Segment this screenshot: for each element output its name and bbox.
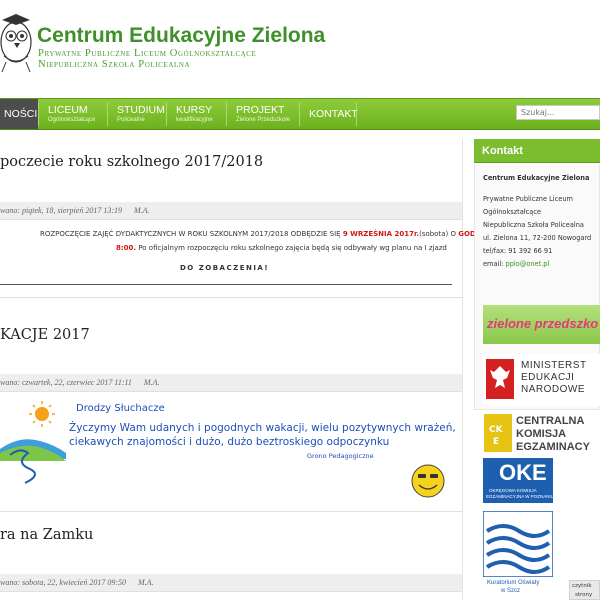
vacation-card-image: Drodzy Słuchacze Życzymy Wam udanych i p… xyxy=(0,397,456,499)
nav-item-kontakt[interactable]: KONTAKT xyxy=(300,99,358,129)
post-text-line1: ROZPOCZĘCIE ZAJĘĆ DYDAKTYCZNYCH W ROKU S… xyxy=(40,230,484,238)
kontakt-email-row: email: pplo@onet.pl xyxy=(483,260,550,268)
section-divider xyxy=(0,511,462,512)
site-subtitle-szkola: Niepubliczna Szkoła Policealna xyxy=(38,59,191,70)
nav-item-label: KONTAKT xyxy=(309,108,358,120)
nav-item-projekt[interactable]: PROJEKT Zielone Przedszkole xyxy=(227,99,299,129)
post-meta: wano: sobota, 22, kwiecień 2017 09:50 M.A… xyxy=(0,574,462,592)
card-signature: Grono Pedagogiczne xyxy=(307,452,374,460)
nav-separator xyxy=(356,102,357,126)
site-title[interactable]: Centrum Edukacyjne Zielona xyxy=(37,24,325,48)
main-navigation: NOŚCI LICEUM Ogólnokształcące STUDIUM Po… xyxy=(0,98,600,130)
post-author: M.A. xyxy=(143,378,160,387)
kontakt-line: Ogólnokształcące xyxy=(483,208,542,216)
card-greeting: Drodzy Słuchacze xyxy=(76,403,165,414)
kontakt-line: Niepubliczna Szkoła Policealna xyxy=(483,221,584,229)
nav-item-label: STUDIUM xyxy=(117,104,165,116)
site-header: Centrum Edukacyjne Zielona Prywatne Publ… xyxy=(0,0,600,98)
page-reader-widget[interactable]: czytnik strony xyxy=(569,580,600,600)
eagle-emblem-icon xyxy=(486,359,514,399)
smiley-icon xyxy=(411,464,445,498)
card-illustration xyxy=(0,401,445,498)
post-title[interactable]: ra na Zamku xyxy=(0,527,93,543)
banner-cke[interactable]: CK E CENTRALNA KOMISJA EGZAMINACY xyxy=(483,412,600,456)
svg-text:CK: CK xyxy=(489,425,504,435)
kontakt-heading: Kontakt xyxy=(474,139,600,163)
nav-item-sublabel: Ogólnokształcące xyxy=(48,117,96,123)
post-closing: DO ZOBACZENIA! xyxy=(180,264,270,272)
banner-oke-poznan[interactable]: OKE OKRĘGOWA KOMISJA EGZAMINACYJNA W POZ… xyxy=(483,458,600,503)
post-date: wano: czwartek, 22, czerwiec 2017 11:11 xyxy=(0,378,132,387)
svg-text:E: E xyxy=(493,437,499,447)
section-divider xyxy=(0,297,462,298)
post-meta: wano: piątek, 18, sierpień 2017 13:19 M.A… xyxy=(0,202,462,220)
post-title[interactable]: KACJE 2017 xyxy=(0,327,90,343)
nav-item-label: PROJEKT xyxy=(236,104,285,116)
kontakt-line: ul. Zielona 11, 72-200 Nowogard xyxy=(483,234,592,242)
sun-icon xyxy=(29,401,55,427)
sidebar: Kontakt Centrum Edukacyjne Zielona Prywa… xyxy=(474,139,600,600)
kontakt-org-name: Centrum Edukacyjne Zielona xyxy=(483,174,590,182)
kontakt-line: tel/fax: 91 392 66 91 xyxy=(483,247,553,255)
nav-item-kursy[interactable]: KURSY kwalifikacyjne xyxy=(167,99,226,129)
nav-item-studium[interactable]: STUDIUM Policealne xyxy=(108,99,166,129)
reader-label: strony xyxy=(575,592,593,598)
banner-ministerstwo[interactable]: MINISTERST EDUKACJI NARODOWE xyxy=(483,354,600,406)
logo-owl-icon[interactable] xyxy=(0,6,34,78)
post-meta: wano: czwartek, 22, czerwiec 2017 11:11 M… xyxy=(0,374,462,392)
cke-logo-icon: CK E xyxy=(484,414,512,452)
main-content: poczecie roku szkolnego 2017/2018 wano: … xyxy=(0,139,483,600)
kuratorium-waves-icon xyxy=(483,511,553,577)
card-text-line2: ciekawych znajomości i dużo, dużo beztro… xyxy=(69,436,390,448)
email-link[interactable]: pplo@onet.pl xyxy=(506,260,550,268)
search-input[interactable] xyxy=(516,105,600,120)
post-title[interactable]: poczecie roku szkolnego 2017/2018 xyxy=(0,154,263,170)
nav-item-sublabel: Zielone Przedszkole xyxy=(236,117,291,123)
post-author: M.A. xyxy=(137,578,154,587)
nav-item-liceum[interactable]: LICEUM Ogólnokształcące xyxy=(39,99,107,129)
nav-item-sublabel: kwalifikacyjne xyxy=(176,117,213,123)
post-text-line2: 8:00. Po oficjalnym rozpoczęciu roku szk… xyxy=(116,244,447,252)
banner-zielone-przedszkole[interactable]: zielone przedszko xyxy=(483,305,600,344)
kontakt-line: Prywatne Publiczne Liceum xyxy=(483,195,573,203)
nav-item-label: LICEUM xyxy=(48,104,88,116)
nav-item-nowosci[interactable]: NOŚCI xyxy=(0,99,38,129)
post-date: wano: piątek, 18, sierpień 2017 13:19 xyxy=(0,206,122,215)
divider xyxy=(0,284,452,285)
nav-item-sublabel: Policealne xyxy=(117,117,145,123)
nav-item-label: NOŚCI xyxy=(4,108,38,120)
site-subtitle-liceum: Prywatne Publiczne Liceum Ogólnokształcą… xyxy=(38,48,257,59)
nav-item-label: KURSY xyxy=(176,104,213,116)
card-text-line1: Życzymy Wam udanych i pogodnych wakacji,… xyxy=(69,422,456,434)
reader-label: czytnik xyxy=(572,583,592,589)
hills-icon xyxy=(0,439,66,484)
post-author: M.A. xyxy=(133,206,150,215)
post-date: wano: sobota, 22, kwiecień 2017 09:50 xyxy=(0,578,126,587)
